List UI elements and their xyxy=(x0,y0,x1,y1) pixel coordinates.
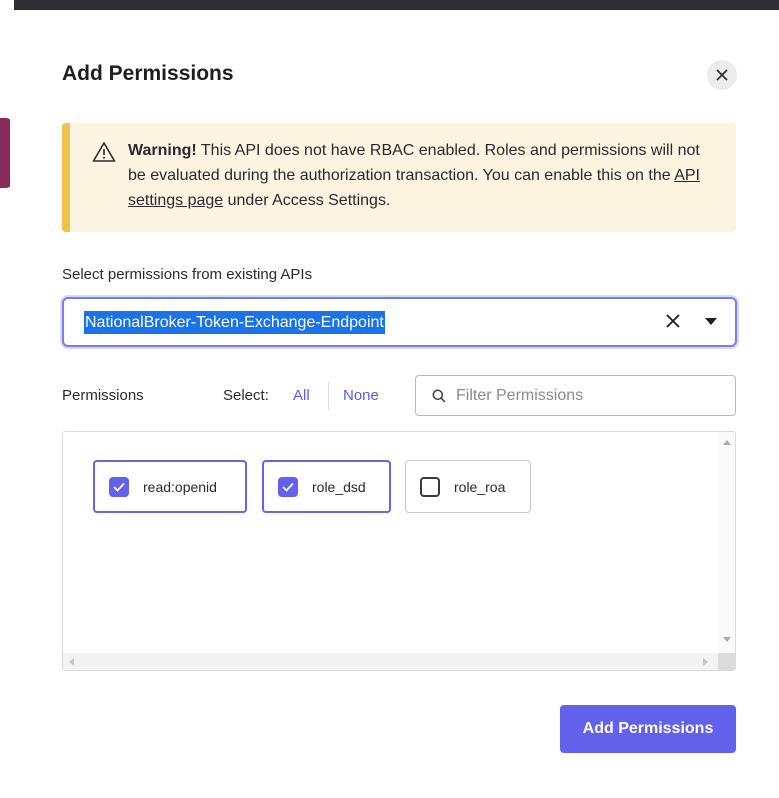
add-permissions-modal: Add Permissions Warning! This API does n… xyxy=(10,10,779,798)
warning-message: Warning! This API does not have RBAC ena… xyxy=(128,138,718,213)
close-button[interactable] xyxy=(707,60,737,90)
filter-permissions-input[interactable] xyxy=(456,384,726,408)
permission-label: role_dsd xyxy=(312,478,366,495)
rbac-warning-banner: Warning! This API does not have RBAC ena… xyxy=(62,123,736,232)
scroll-left-arrow-icon[interactable] xyxy=(69,658,74,666)
select-label: Select: xyxy=(223,387,269,404)
permission-chip-role-dsd[interactable]: role_dsd xyxy=(262,460,391,513)
clear-selection-icon[interactable] xyxy=(666,314,680,328)
checkbox-checked[interactable] xyxy=(109,476,129,497)
warning-text-part2: under Access Settings. xyxy=(223,192,391,209)
scroll-up-arrow-icon[interactable] xyxy=(723,440,731,445)
search-icon xyxy=(432,389,446,403)
checkmark-icon xyxy=(282,482,294,492)
chevron-down-icon[interactable] xyxy=(705,318,717,325)
permission-chip-read-openid[interactable]: read:openid xyxy=(93,460,247,513)
api-select-label: Select permissions from existing APIs xyxy=(62,266,313,283)
vertical-scrollbar[interactable] xyxy=(718,432,735,654)
api-select-dropdown[interactable]: NationalBroker-Token-Exchange-Endpoint xyxy=(62,297,737,347)
permission-label: read:openid xyxy=(143,478,217,495)
close-icon xyxy=(716,69,728,81)
warning-strong: Warning! xyxy=(128,142,197,159)
filter-permissions-field[interactable] xyxy=(415,375,736,416)
permissions-label: Permissions xyxy=(62,387,144,404)
scroll-right-arrow-icon[interactable] xyxy=(703,658,708,666)
select-divider xyxy=(328,382,329,410)
warning-triangle-icon xyxy=(92,142,116,162)
permission-label: role_roa xyxy=(454,478,506,495)
checkmark-icon xyxy=(113,482,125,492)
permissions-list: read:openid role_dsd role_roa xyxy=(62,431,736,671)
scroll-down-arrow-icon[interactable] xyxy=(723,637,731,642)
warning-accent-bar xyxy=(62,123,70,232)
scrollbar-corner xyxy=(718,653,735,670)
checkbox-checked[interactable] xyxy=(278,476,298,497)
warning-text-part1: This API does not have RBAC enabled. Rol… xyxy=(128,142,700,184)
add-permissions-button[interactable]: Add Permissions xyxy=(560,705,736,753)
select-none-link[interactable]: None xyxy=(343,387,379,404)
horizontal-scrollbar[interactable] xyxy=(63,653,719,670)
permission-chip-role-roa[interactable]: role_roa xyxy=(405,460,531,513)
select-all-link[interactable]: All xyxy=(293,387,310,404)
modal-title: Add Permissions xyxy=(62,62,234,85)
checkbox-unchecked[interactable] xyxy=(420,476,440,497)
api-select-value[interactable]: NationalBroker-Token-Exchange-Endpoint xyxy=(84,311,385,334)
